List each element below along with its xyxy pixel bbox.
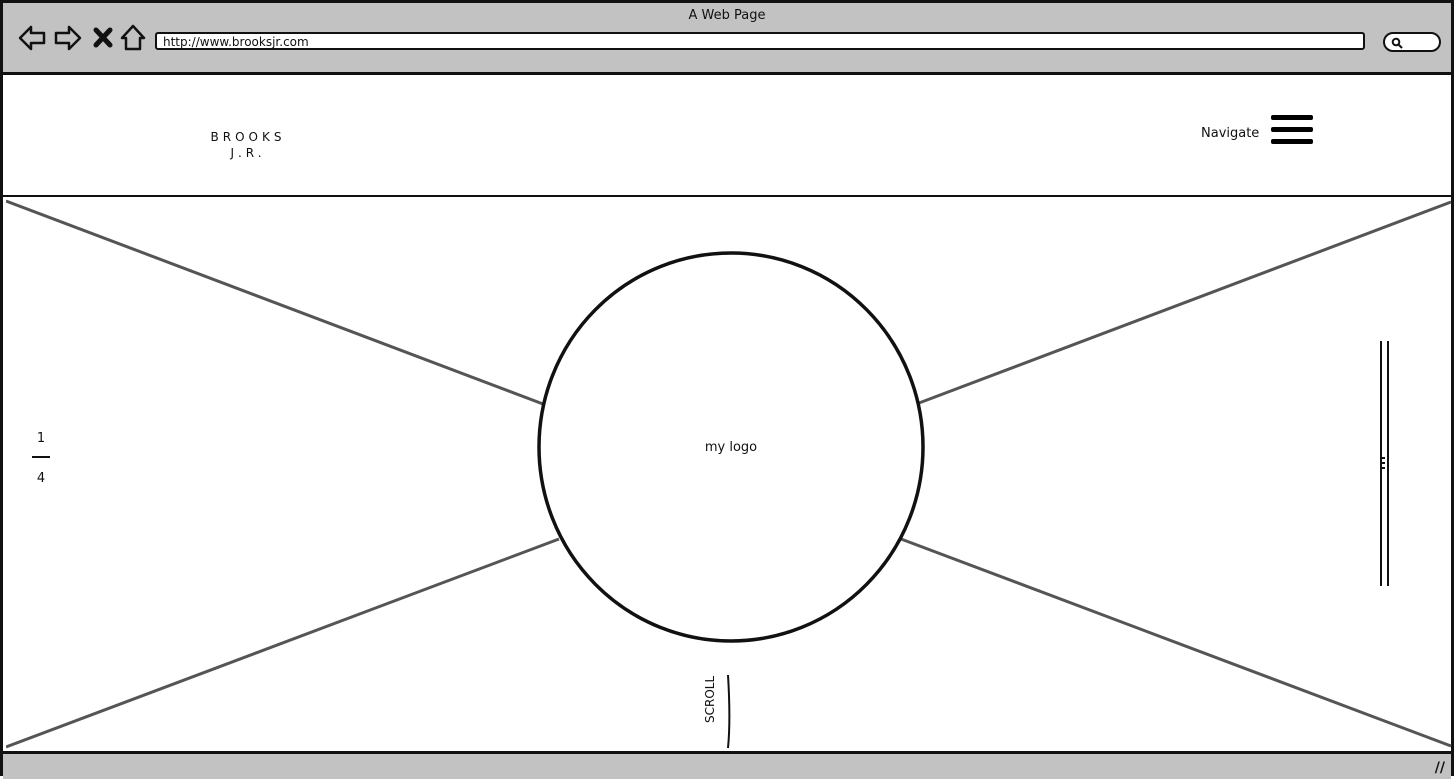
site-header: BROOKS J.R. Navigate (3, 75, 1451, 197)
browser-window: A Web Page http://www.brooksjr.com BROOK… (0, 0, 1454, 779)
forward-arrow-icon[interactable] (53, 23, 83, 53)
hero-image-placeholder: my logo (6, 199, 1452, 749)
brand-line-1: BROOKS (210, 130, 286, 144)
slide-total: 4 (36, 471, 46, 486)
window-title: A Web Page (688, 8, 766, 23)
slide-counter: 1 4 (29, 431, 53, 486)
slide-current: 1 (36, 431, 46, 446)
browser-status-bar: // (3, 751, 1451, 779)
placeholder-line-bottom-right (900, 537, 1452, 748)
search-field[interactable] (1383, 32, 1441, 52)
logo-text: my logo (705, 440, 757, 455)
brand-logo-text[interactable]: BROOKS J.R. (203, 129, 293, 161)
address-bar-text: http://www.brooksjr.com (163, 35, 309, 49)
resize-grip-icon[interactable]: // (1435, 760, 1445, 776)
scroll-label[interactable]: SCROLL (703, 676, 719, 723)
address-bar[interactable]: http://www.brooksjr.com (155, 32, 1365, 50)
slide-counter-divider (32, 456, 50, 458)
home-icon[interactable] (119, 23, 149, 53)
stop-icon[interactable] (89, 23, 119, 53)
placeholder-line-top-right (918, 200, 1452, 405)
back-arrow-icon[interactable] (17, 23, 47, 53)
browser-toolbar: A Web Page http://www.brooksjr.com (3, 3, 1451, 75)
scroll-indicator-line (727, 674, 731, 749)
brand-line-2: J.R. (230, 146, 266, 160)
search-icon (1391, 37, 1403, 49)
placeholder-line-bottom-left (6, 537, 560, 749)
slider-handle-icon[interactable] (1382, 457, 1385, 469)
navigate-label[interactable]: Navigate (1201, 126, 1259, 141)
placeholder-line-top-left (6, 199, 544, 406)
hamburger-menu-icon[interactable] (1271, 115, 1313, 151)
